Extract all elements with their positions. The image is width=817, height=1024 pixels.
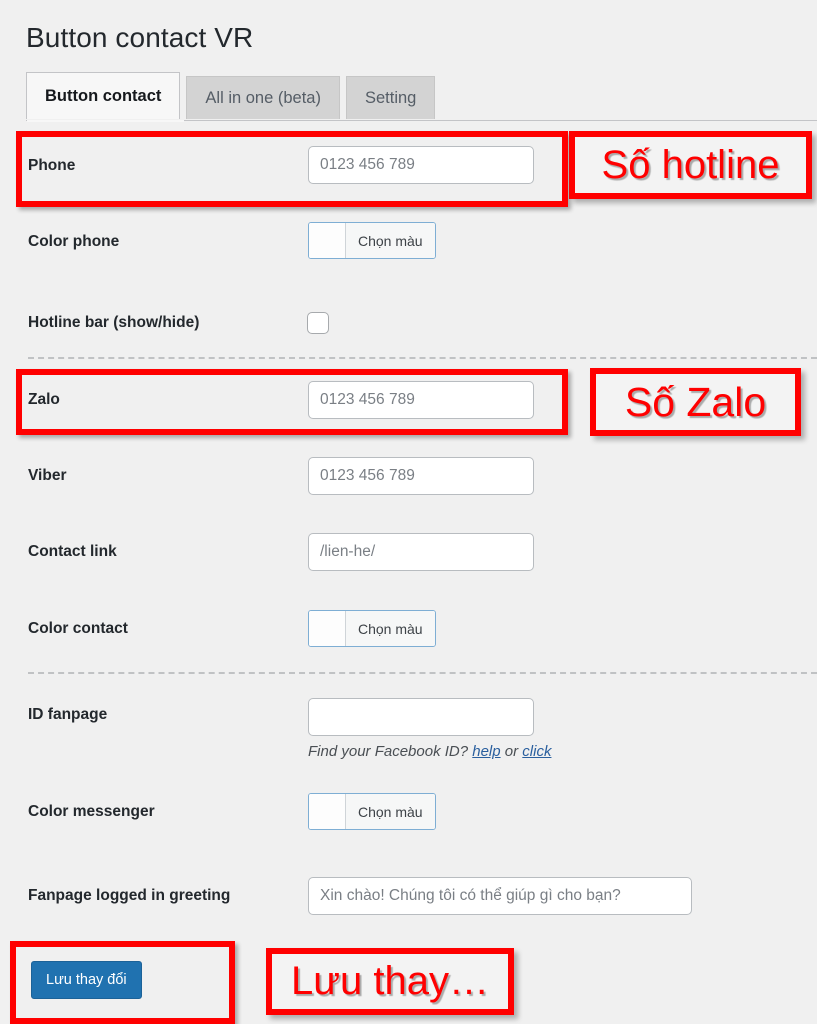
tab-all-in-one[interactable]: All in one (beta) bbox=[186, 76, 340, 119]
label-zalo: Zalo bbox=[28, 391, 60, 408]
label-hotline-bar: Hotline bar (show/hide) bbox=[28, 314, 200, 331]
hotline-bar-checkbox[interactable] bbox=[307, 312, 329, 334]
plugin-settings-page: Button contact VR Button contact All in … bbox=[0, 0, 817, 1024]
contact-link-input[interactable] bbox=[308, 533, 534, 571]
viber-input[interactable] bbox=[308, 457, 534, 495]
callout-so-zalo: Số Zalo bbox=[590, 368, 801, 436]
row-color-messenger: Color messenger Chọn màu bbox=[0, 793, 817, 843]
section-divider-1 bbox=[28, 357, 817, 359]
helper-prefix: Find your Facebook ID? bbox=[308, 743, 469, 760]
color-messenger-picker[interactable]: Chọn màu bbox=[308, 793, 436, 830]
tab-bar: Button contact All in one (beta) Setting bbox=[26, 72, 441, 119]
phone-input[interactable] bbox=[308, 146, 534, 184]
tab-underline-active-mask bbox=[27, 120, 184, 122]
page-title: Button contact VR bbox=[26, 22, 254, 53]
id-fanpage-input[interactable] bbox=[308, 698, 534, 736]
label-contact-link: Contact link bbox=[28, 543, 117, 560]
tab-setting[interactable]: Setting bbox=[345, 76, 436, 119]
color-contact-picker-label: Chọn màu bbox=[346, 611, 435, 646]
color-phone-picker[interactable]: Chọn màu bbox=[308, 222, 436, 259]
helper-link-help[interactable]: help bbox=[472, 743, 500, 760]
color-contact-swatch bbox=[309, 611, 346, 646]
label-fanpage-greeting: Fanpage logged in greeting bbox=[28, 887, 231, 904]
label-viber: Viber bbox=[28, 467, 67, 484]
row-fanpage-greeting: Fanpage logged in greeting bbox=[0, 877, 817, 927]
helper-middle: or bbox=[504, 743, 519, 760]
fanpage-greeting-input[interactable] bbox=[308, 877, 692, 915]
color-phone-swatch bbox=[309, 223, 346, 258]
color-phone-picker-label: Chọn màu bbox=[346, 223, 435, 258]
label-id-fanpage: ID fanpage bbox=[28, 706, 108, 723]
zalo-input[interactable] bbox=[308, 381, 534, 419]
row-hotline-bar: Hotline bar (show/hide) bbox=[0, 310, 817, 350]
section-divider-2 bbox=[28, 672, 817, 674]
facebook-id-helper: Find your Facebook ID? help or click bbox=[308, 743, 551, 760]
row-color-contact: Color contact Chọn màu bbox=[0, 610, 817, 660]
row-contact-link: Contact link bbox=[0, 533, 817, 583]
label-color-contact: Color contact bbox=[28, 620, 128, 637]
callout-luu-thay: Lưu thay… bbox=[266, 948, 514, 1015]
row-id-fanpage: ID fanpage Find your Facebook ID? help o… bbox=[0, 698, 817, 768]
tab-button-contact[interactable]: Button contact bbox=[26, 72, 181, 119]
color-messenger-picker-label: Chọn màu bbox=[346, 794, 435, 829]
label-color-phone: Color phone bbox=[28, 233, 120, 250]
label-color-messenger: Color messenger bbox=[28, 803, 155, 820]
color-messenger-swatch bbox=[309, 794, 346, 829]
callout-so-hotline: Số hotline bbox=[569, 131, 812, 199]
helper-link-click[interactable]: click bbox=[522, 743, 551, 760]
label-phone: Phone bbox=[28, 157, 76, 174]
color-contact-picker[interactable]: Chọn màu bbox=[308, 610, 436, 647]
save-changes-button[interactable]: Lưu thay đổi bbox=[31, 961, 142, 999]
row-viber: Viber bbox=[0, 457, 817, 507]
row-color-phone: Color phone Chọn màu bbox=[0, 222, 817, 278]
